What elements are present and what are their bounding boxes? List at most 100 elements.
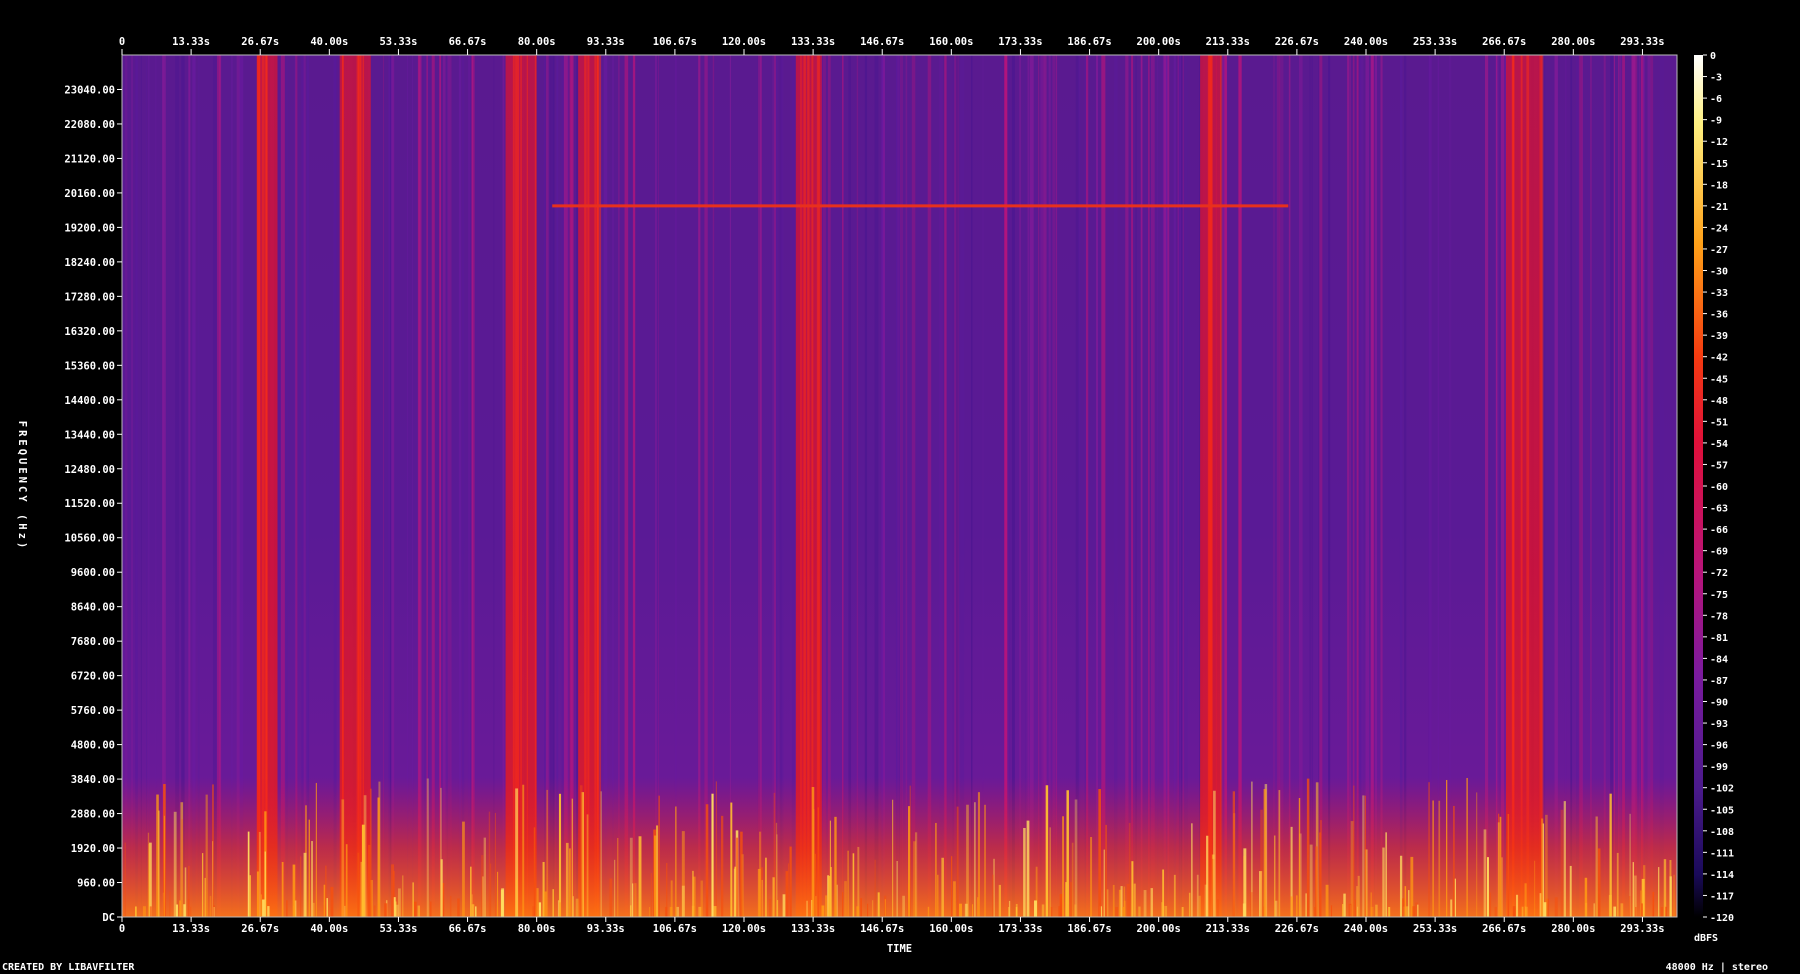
energy-burst xyxy=(828,875,831,917)
energy-burst xyxy=(1348,903,1352,917)
energy-burst xyxy=(656,825,659,917)
energy-burst xyxy=(1041,904,1045,917)
colorbar-tick-label: -24 xyxy=(1710,223,1728,234)
energy-burst xyxy=(614,859,616,917)
x-tick-label: 133.33s xyxy=(791,36,835,48)
energy-burst xyxy=(384,903,388,917)
colorbar-tick-label: -60 xyxy=(1710,482,1728,493)
energy-burst xyxy=(1525,906,1528,917)
energy-burst xyxy=(1399,855,1403,917)
y-tick-label: 16320.00 xyxy=(64,326,115,338)
energy-burst xyxy=(741,854,744,917)
x-tick-label: 266.67s xyxy=(1482,36,1526,48)
energy-burst xyxy=(1412,906,1416,917)
energy-burst xyxy=(834,816,837,917)
colorbar-tick-label: -120 xyxy=(1710,913,1734,924)
energy-burst xyxy=(1143,890,1147,917)
energy-burst xyxy=(951,856,953,917)
colorbar-tick-label: -54 xyxy=(1710,439,1728,450)
energy-burst xyxy=(1070,882,1072,917)
energy-burst xyxy=(377,797,380,917)
energy-burst xyxy=(1330,905,1333,917)
x-tick-label: 93.33s xyxy=(587,36,625,48)
energy-burst xyxy=(360,861,363,917)
energy-burst xyxy=(966,804,969,917)
colorbar-tick-label: -48 xyxy=(1710,396,1728,407)
energy-burst xyxy=(1181,907,1184,917)
energy-burst xyxy=(785,871,789,917)
x-tick-label: 186.67s xyxy=(1067,36,1111,48)
energy-burst xyxy=(765,857,767,917)
x-tick-label: 0 xyxy=(119,923,125,935)
y-tick-label: 14400.00 xyxy=(64,395,115,407)
energy-burst xyxy=(569,848,571,917)
energy-burst xyxy=(258,831,261,917)
energy-burst xyxy=(430,901,432,917)
x-tick-label: 146.67s xyxy=(860,923,904,935)
energy-burst xyxy=(173,811,177,917)
energy-burst xyxy=(1274,900,1278,917)
energy-burst xyxy=(974,802,976,917)
energy-burst xyxy=(412,882,414,917)
energy-burst xyxy=(1058,906,1061,917)
energy-burst xyxy=(325,865,327,917)
energy-burst xyxy=(1507,813,1510,917)
energy-burst xyxy=(1263,788,1267,917)
energy-burst xyxy=(964,903,968,917)
colorbar-tick-label: -108 xyxy=(1710,827,1734,838)
x-tick-label: 40.00s xyxy=(310,36,348,48)
y-tick-label: 5760.00 xyxy=(71,705,115,717)
energy-burst xyxy=(844,881,847,917)
energy-burst xyxy=(1595,816,1598,917)
x-tick-label: 13.33s xyxy=(172,36,210,48)
energy-burst xyxy=(205,794,208,917)
energy-burst xyxy=(860,898,862,917)
x-tick-label: 160.00s xyxy=(929,36,973,48)
energy-burst xyxy=(1191,823,1193,917)
energy-burst xyxy=(1432,800,1434,917)
energy-burst xyxy=(1521,906,1524,917)
energy-burst xyxy=(1090,836,1093,917)
energy-burst xyxy=(609,878,613,917)
energy-burst xyxy=(1354,899,1356,917)
energy-burst xyxy=(1486,857,1489,917)
energy-burst xyxy=(867,903,869,917)
energy-burst xyxy=(1023,827,1026,917)
energy-burst xyxy=(1569,865,1572,917)
energy-burst xyxy=(1388,906,1391,917)
x-axis-top: 0 13.33s 26.67s 40.00s 53.33s 66.67s 80.00s 93.… xyxy=(119,36,1665,55)
energy-burst xyxy=(907,806,911,917)
x-tick-label: 213.33s xyxy=(1206,923,1250,935)
colorbar-tick-label: -111 xyxy=(1710,848,1734,859)
energy-burst xyxy=(658,795,660,917)
y-tick-label: 9600.00 xyxy=(71,567,115,579)
energy-burst xyxy=(670,880,673,917)
energy-burst xyxy=(959,903,962,917)
energy-burst xyxy=(902,895,905,917)
energy-burst xyxy=(488,811,491,917)
x-tick-label: 106.67s xyxy=(653,923,697,935)
energy-burst xyxy=(1554,897,1558,917)
energy-burst xyxy=(698,906,702,917)
colorbar-tick-label: -51 xyxy=(1710,417,1728,428)
energy-burst xyxy=(457,898,460,917)
energy-burst xyxy=(1370,892,1372,917)
x-tick-label: 213.33s xyxy=(1206,36,1250,48)
energy-burst xyxy=(1198,895,1201,917)
energy-burst xyxy=(1196,874,1199,917)
energy-burst xyxy=(1402,898,1405,917)
energy-burst xyxy=(1133,883,1136,917)
colorbar-tick-label: -84 xyxy=(1710,654,1728,665)
energy-burst xyxy=(326,898,328,917)
energy-burst xyxy=(874,859,876,917)
energy-burst xyxy=(956,806,959,917)
energy-burst xyxy=(736,837,738,917)
colorbar-tick-label: -81 xyxy=(1710,633,1728,644)
energy-burst xyxy=(571,798,574,917)
energy-burst xyxy=(483,837,487,917)
energy-burst xyxy=(733,868,736,917)
energy-burst xyxy=(522,784,525,917)
energy-burst xyxy=(927,906,930,917)
energy-burst xyxy=(773,792,776,917)
energy-burst xyxy=(1204,884,1208,917)
